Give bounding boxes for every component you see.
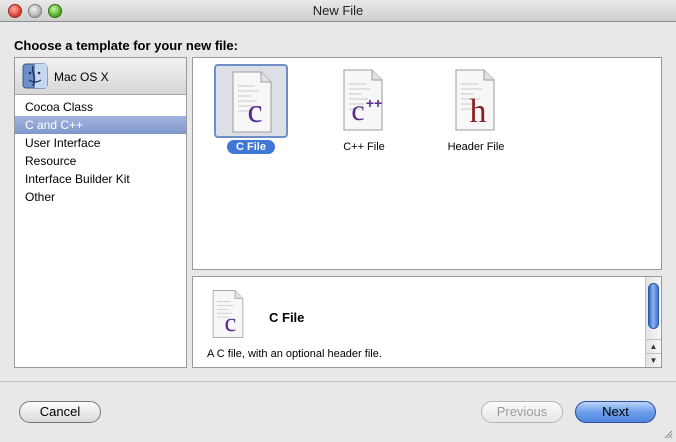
c-file-icon: c	[232, 71, 272, 133]
sidebar-item-resource[interactable]: Resource	[15, 152, 186, 170]
category-list: Cocoa Class C and C++ User Interface Res…	[15, 95, 186, 206]
window-title: New File	[312, 3, 364, 18]
page-heading: Choose a template for your new file:	[14, 38, 238, 53]
scrollbar-thumb[interactable]	[648, 283, 659, 329]
sidebar-item-c-and-cpp[interactable]: C and C++	[15, 116, 186, 134]
footer-separator	[0, 381, 676, 382]
template-label-c-file: C File	[227, 140, 275, 154]
group-header-mac-os-x[interactable]: Mac OS X	[15, 58, 186, 95]
category-sidebar: Mac OS X Cocoa Class C and C++ User Inte…	[14, 57, 187, 368]
sidebar-item-cocoa-class[interactable]: Cocoa Class	[15, 98, 186, 116]
template-label-header-file: Header File	[447, 141, 505, 153]
sidebar-item-interface-builder-kit[interactable]: Interface Builder Kit	[15, 170, 186, 188]
template-grid: c C File c ++ C++ File h Header File	[192, 57, 662, 270]
template-icon-frame: c ++	[327, 64, 401, 138]
header-file-icon: h	[455, 69, 495, 131]
template-label-cpp-file: C++ File	[343, 141, 385, 153]
svg-text:h: h	[470, 93, 487, 130]
c-file-icon: c	[212, 290, 244, 338]
finder-icon	[22, 63, 48, 89]
cancel-button[interactable]: Cancel	[19, 401, 101, 423]
sidebar-item-user-interface[interactable]: User Interface	[15, 134, 186, 152]
description-text: A C file, with an optional header file.	[207, 348, 382, 360]
svg-text:c: c	[351, 94, 364, 127]
template-icon-frame: h	[439, 64, 513, 138]
description-title: C File	[269, 310, 305, 325]
next-button[interactable]: Next	[575, 401, 656, 423]
title-bar: New File	[0, 0, 676, 22]
cpp-file-icon: c ++	[343, 69, 383, 131]
template-icon-frame: c	[214, 64, 288, 138]
description-scrollbar[interactable]: ▲ ▼	[645, 277, 661, 367]
svg-text:++: ++	[366, 95, 382, 111]
svg-text:c: c	[247, 93, 262, 130]
template-c-file[interactable]: c C File	[214, 64, 304, 156]
template-description-panel: c C File A C file, with an optional head…	[192, 276, 662, 368]
resize-grip-icon[interactable]	[663, 429, 673, 439]
svg-text:c: c	[224, 307, 236, 337]
scroll-down-arrow-icon[interactable]: ▼	[646, 353, 661, 367]
previous-button[interactable]: Previous	[481, 401, 563, 423]
sidebar-item-other[interactable]: Other	[15, 188, 186, 206]
scroll-up-arrow-icon[interactable]: ▲	[646, 339, 661, 353]
template-cpp-file[interactable]: c ++ C++ File	[327, 64, 417, 156]
template-header-file[interactable]: h Header File	[439, 64, 529, 156]
group-label: Mac OS X	[54, 70, 109, 84]
